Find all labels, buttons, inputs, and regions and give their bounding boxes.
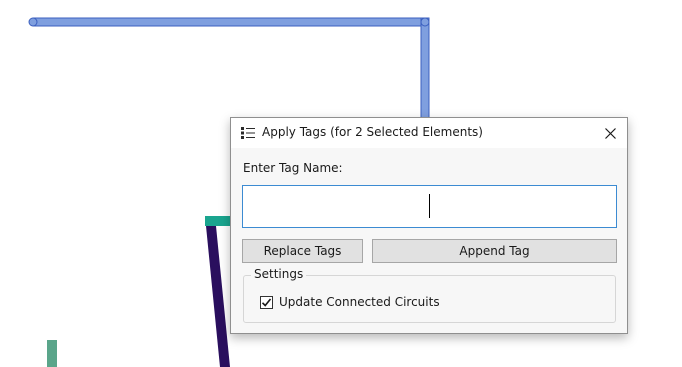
update-connected-circuits-checkbox[interactable] (260, 295, 273, 309)
blue-wire[interactable] (28, 17, 430, 119)
close-button[interactable] (593, 118, 627, 148)
dialog-title: Apply Tags (for 2 Selected Elements) (262, 125, 483, 139)
dialog-titlebar[interactable]: Apply Tags (for 2 Selected Elements) (231, 118, 627, 148)
settings-legend: Settings (251, 267, 307, 281)
close-icon (604, 127, 616, 139)
apply-tags-dialog: Apply Tags (for 2 Selected Elements) Ent… (230, 117, 628, 334)
purple-wire[interactable] (206, 226, 230, 367)
update-connected-circuits-option[interactable]: Update Connected Circuits (260, 295, 440, 309)
update-connected-circuits-label: Update Connected Circuits (279, 295, 440, 309)
append-tag-button[interactable]: Append Tag (372, 239, 617, 263)
list-icon (241, 127, 255, 139)
green-wire[interactable] (47, 340, 57, 367)
teal-wire[interactable] (205, 216, 231, 226)
replace-tags-button[interactable]: Replace Tags (242, 239, 363, 263)
tag-name-label: Enter Tag Name: (243, 161, 343, 175)
checkmark-icon (261, 297, 272, 307)
text-caret (429, 194, 430, 218)
settings-group: Settings Update Connected Circuits (243, 267, 616, 323)
